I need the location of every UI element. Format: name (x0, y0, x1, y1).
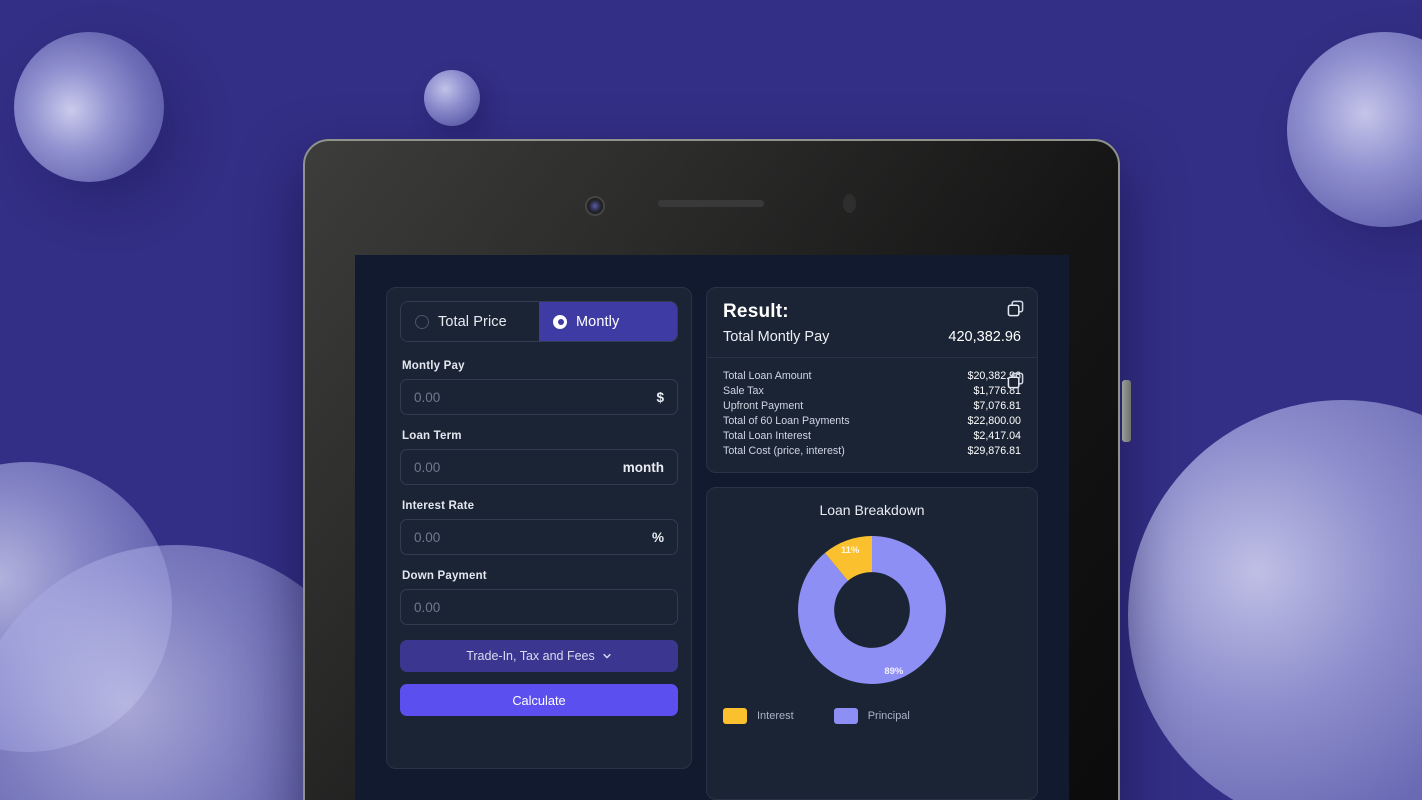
input-unit: % (651, 529, 664, 545)
montly-pay-input[interactable]: 0.00 $ (400, 379, 678, 415)
calculate-button[interactable]: Calculate (400, 684, 678, 716)
input-value: 0.00 (414, 389, 441, 405)
field-label-down-payment: Down Payment (402, 570, 487, 582)
background-sphere (14, 32, 164, 182)
radio-icon (415, 314, 429, 329)
input-value: 0.00 (414, 529, 441, 545)
screenshot-stage: Total Price Montly Montly Pay 0.00 $ Loa… (0, 0, 1422, 800)
field-label-loan-term: Loan Term (402, 430, 462, 442)
donut-slice-principal (798, 536, 946, 684)
result-detail-list: Total Loan Amount $20,382.96 Sale Tax $1… (707, 358, 1037, 472)
result-main-row: Total Montly Pay 420,382.96 (723, 329, 1021, 345)
legend-label: Interest (757, 710, 794, 722)
donut-slice-label: 11% (841, 545, 860, 556)
background-sphere (424, 70, 480, 126)
field-label-interest-rate: Interest Rate (402, 500, 475, 512)
input-unit: $ (656, 389, 664, 405)
legend-item-principal: Principal (833, 708, 910, 724)
input-value: 0.00 (414, 599, 441, 615)
trade-in-tax-fees-button[interactable]: Trade-In, Tax and Fees (400, 640, 678, 672)
volume-button[interactable] (1122, 380, 1131, 442)
result-line-label: Upfront Payment (723, 400, 804, 412)
input-unit: month (622, 459, 664, 475)
result-line-label: Total Loan Interest (723, 430, 811, 442)
field-label-montly-pay: Montly Pay (402, 360, 465, 372)
chart-legend: Interest Principal (723, 708, 910, 724)
result-line-value: $22,800.00 (967, 415, 1022, 427)
sensor-icon (843, 194, 856, 213)
camera-icon (585, 196, 605, 216)
result-line: Total Loan Amount $20,382.96 (723, 369, 1021, 384)
loan-calculator-app: Total Price Montly Montly Pay 0.00 $ Loa… (355, 255, 1069, 800)
result-line-label: Total Loan Amount (723, 370, 812, 382)
chevron-down-icon (603, 653, 611, 659)
speaker-grille-icon (658, 200, 764, 207)
trade-in-label: Trade-In, Tax and Fees (466, 649, 595, 663)
result-title: Result: (723, 301, 789, 322)
result-main-label: Total Montly Pay (723, 329, 830, 345)
chart-title: Loan Breakdown (819, 502, 925, 518)
result-line-label: Total of 60 Loan Payments (723, 415, 850, 427)
segment-label: Montly (576, 313, 620, 330)
legend-swatch (723, 708, 747, 724)
result-main-value: 420,382.96 (948, 329, 1021, 345)
result-line: Upfront Payment $7,076.81 (723, 399, 1021, 414)
donut-chart: 11% 89% (786, 524, 958, 696)
segment-label: Total Price (438, 313, 507, 330)
result-line-label: Sale Tax (723, 385, 764, 397)
background-sphere (1128, 400, 1422, 800)
results-column: Result: Total Montly Pay 420,382.96 Tota… (706, 287, 1038, 800)
tablet-screen: Total Price Montly Montly Pay 0.00 $ Loa… (355, 255, 1069, 800)
calculate-label: Calculate (512, 692, 566, 708)
interest-rate-input[interactable]: 0.00 % (400, 519, 678, 555)
legend-item-interest: Interest (723, 708, 794, 724)
legend-label: Principal (867, 710, 910, 722)
result-line-value: $7,076.81 (973, 400, 1021, 412)
result-line-value: $2,417.04 (973, 430, 1021, 442)
legend-swatch (833, 708, 858, 724)
background-sphere (1287, 32, 1422, 227)
donut-chart-svg: 11% 89% (798, 536, 946, 684)
result-line: Total Cost (price, interest) $29,876.81 (723, 444, 1021, 459)
copy-icon[interactable] (1007, 372, 1024, 389)
radio-selected-icon (553, 314, 567, 329)
loan-term-input[interactable]: 0.00 month (400, 449, 678, 485)
result-card: Result: Total Montly Pay 420,382.96 Tota… (706, 287, 1038, 473)
copy-icon[interactable] (1007, 300, 1024, 317)
calculation-mode-toggle[interactable]: Total Price Montly (400, 301, 678, 342)
loan-breakdown-card: Loan Breakdown 11% 89% Interest Principal (706, 487, 1038, 800)
segment-total-price[interactable]: Total Price (401, 302, 539, 341)
result-header: Result: Total Montly Pay 420,382.96 (707, 288, 1037, 358)
input-value: 0.00 (414, 459, 441, 475)
calculator-form-card: Total Price Montly Montly Pay 0.00 $ Loa… (386, 287, 692, 769)
result-line: Total Loan Interest $2,417.04 (723, 429, 1021, 444)
result-line-label: Total Cost (price, interest) (723, 445, 845, 457)
result-line: Sale Tax $1,776.81 (723, 384, 1021, 399)
result-line: Total of 60 Loan Payments $22,800.00 (723, 414, 1021, 429)
result-line-value: $29,876.81 (967, 445, 1022, 457)
down-payment-input[interactable]: 0.00 (400, 589, 678, 625)
segment-montly[interactable]: Montly (539, 302, 677, 341)
background-sphere (0, 462, 172, 752)
donut-slice-label: 89% (884, 666, 904, 677)
